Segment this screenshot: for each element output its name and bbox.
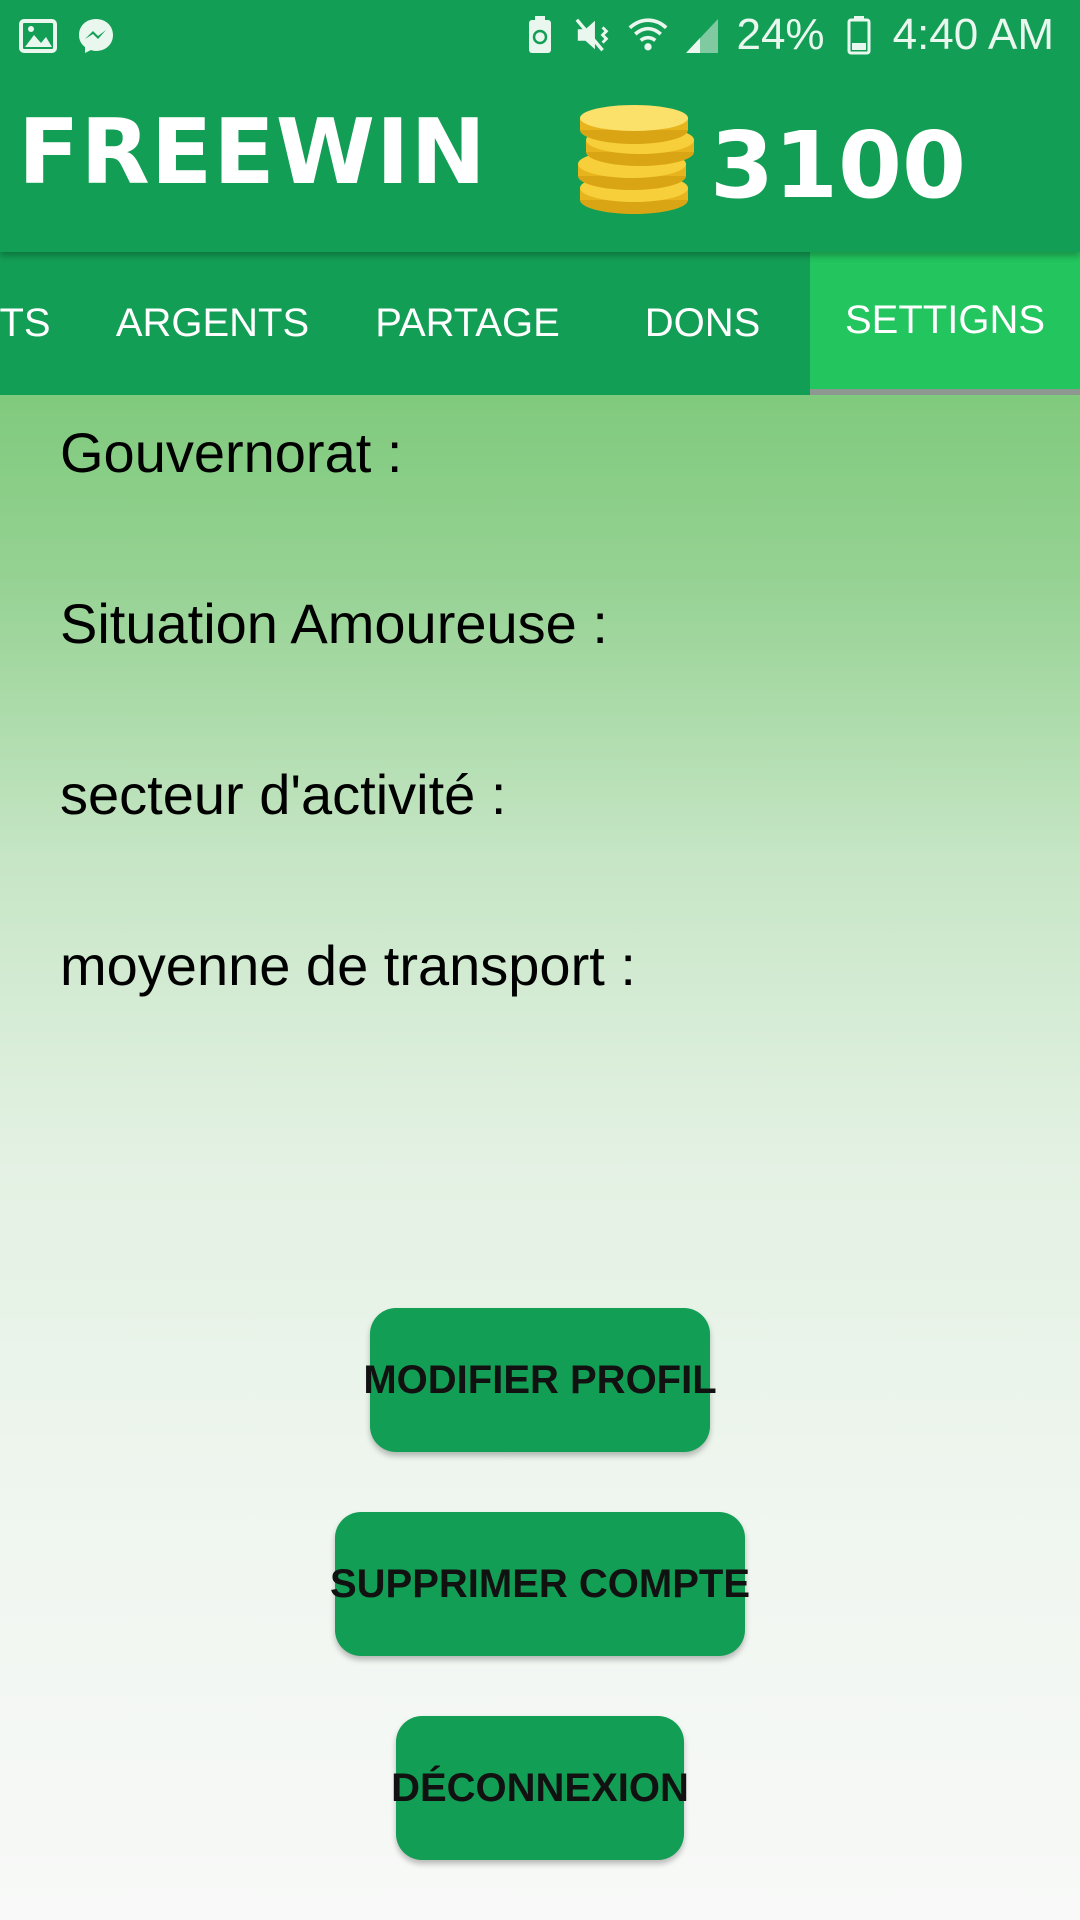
tab-bar: TS ARGENTS PARTAGE DONS SETTIGNS (0, 252, 1080, 395)
modifier-profil-button[interactable]: MODIFIER PROFIL (363, 1308, 717, 1452)
coin-balance: 3100 (710, 112, 967, 219)
battery-icon (839, 15, 879, 55)
app-title: FREEWIN (18, 100, 487, 205)
tab-label: ARGENTS (115, 301, 310, 345)
tab-label: PARTAGE (375, 301, 560, 345)
coin-stack-icon (574, 104, 700, 220)
app-bar: 24% 4:40 AM FREEWIN 3100 (0, 0, 1080, 252)
mute-vibrate-icon (574, 15, 614, 55)
tab-settings[interactable]: SETTIGNS (810, 252, 1080, 395)
situation-amoureuse-label: Situation Amoureuse : (60, 592, 608, 655)
clock: 4:40 AM (892, 10, 1054, 59)
battery-saver-icon (520, 15, 560, 55)
image-icon (18, 16, 58, 56)
status-bar: 24% 4:40 AM (0, 0, 1080, 74)
tab-label: TS (0, 301, 51, 345)
wifi-icon (628, 15, 668, 55)
gouvernorat-label: Gouvernorat : (60, 421, 403, 484)
transport-label: moyenne de transport : (60, 934, 636, 997)
messenger-icon (76, 16, 116, 56)
supprimer-compte-button[interactable]: SUPPRIMER COMPTE (330, 1512, 750, 1656)
battery-percent: 24% (736, 10, 825, 59)
secteur-activite-label: secteur d'activité : (60, 763, 507, 826)
signal-icon (682, 15, 722, 55)
tab-partial[interactable]: TS (0, 252, 60, 395)
tab-label: DONS (644, 301, 761, 345)
tab-partage[interactable]: PARTAGE (345, 252, 590, 395)
tab-argents[interactable]: ARGENTS (90, 252, 335, 395)
deconnexion-button[interactable]: DÉCONNEXION (391, 1716, 689, 1860)
tab-dons[interactable]: DONS (580, 252, 825, 395)
tab-label: SETTIGNS (844, 298, 1046, 342)
